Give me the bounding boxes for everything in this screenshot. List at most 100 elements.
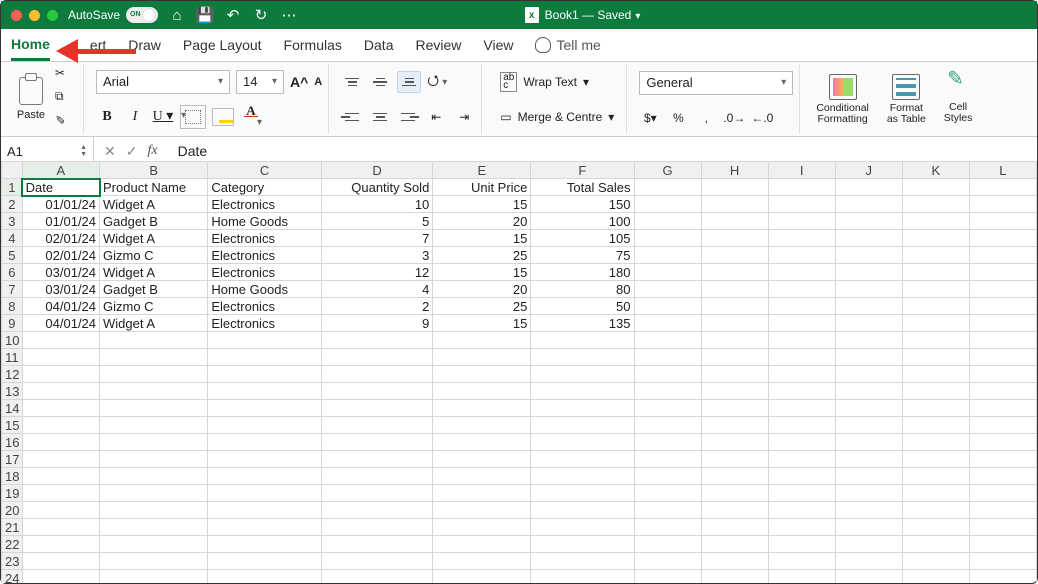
cell[interactable] <box>433 417 531 434</box>
cell[interactable] <box>969 553 1036 570</box>
cell[interactable] <box>835 247 902 264</box>
align-bottom-button[interactable] <box>397 71 421 93</box>
cell[interactable] <box>634 332 701 349</box>
cell[interactable] <box>22 485 99 502</box>
cell[interactable] <box>768 264 835 281</box>
cell[interactable] <box>768 383 835 400</box>
cell[interactable] <box>321 536 432 553</box>
cell[interactable] <box>902 383 969 400</box>
col-header-H[interactable]: H <box>701 162 768 179</box>
tab-draw[interactable]: Draw <box>128 37 161 53</box>
cell[interactable] <box>768 349 835 366</box>
col-header-J[interactable]: J <box>835 162 902 179</box>
cell[interactable] <box>321 570 432 584</box>
wrap-text-button[interactable]: abc Wrap Text ▾ <box>494 71 620 93</box>
italic-button[interactable]: I <box>124 106 146 128</box>
row-header[interactable]: 16 <box>2 434 23 451</box>
cell[interactable] <box>768 485 835 502</box>
cell[interactable] <box>835 332 902 349</box>
cell-selected[interactable]: Date <box>22 179 99 196</box>
cell[interactable] <box>634 366 701 383</box>
cell[interactable] <box>902 332 969 349</box>
row-header[interactable]: 9 <box>2 315 23 332</box>
cell[interactable] <box>969 536 1036 553</box>
cell[interactable] <box>768 179 835 196</box>
cell[interactable]: 10 <box>321 196 432 213</box>
align-top-button[interactable] <box>341 72 363 92</box>
cell[interactable] <box>531 570 634 584</box>
cell[interactable] <box>321 502 432 519</box>
cell[interactable]: Electronics <box>208 230 322 247</box>
cell[interactable] <box>634 553 701 570</box>
cell[interactable] <box>969 230 1036 247</box>
cell[interactable] <box>634 485 701 502</box>
cell[interactable]: Product Name <box>100 179 208 196</box>
col-header-L[interactable]: L <box>969 162 1036 179</box>
borders-button[interactable] <box>180 105 206 129</box>
cell[interactable] <box>634 213 701 230</box>
cell[interactable] <box>321 417 432 434</box>
align-middle-button[interactable] <box>369 72 391 92</box>
cell[interactable] <box>531 451 634 468</box>
cell[interactable] <box>634 349 701 366</box>
cell[interactable] <box>768 502 835 519</box>
cell[interactable] <box>22 332 99 349</box>
tab-data[interactable]: Data <box>364 37 394 53</box>
cell[interactable] <box>100 468 208 485</box>
cell[interactable] <box>902 196 969 213</box>
cell[interactable] <box>634 400 701 417</box>
cell[interactable] <box>835 502 902 519</box>
cell[interactable] <box>433 349 531 366</box>
row-header[interactable]: 1 <box>2 179 23 196</box>
cell[interactable] <box>634 570 701 584</box>
cell[interactable] <box>100 485 208 502</box>
cell[interactable] <box>100 519 208 536</box>
cell[interactable] <box>433 570 531 584</box>
cell[interactable] <box>433 536 531 553</box>
cell[interactable] <box>531 468 634 485</box>
font-size-select[interactable]: 14 <box>236 70 284 94</box>
row-header[interactable]: 6 <box>2 264 23 281</box>
cell[interactable] <box>634 536 701 553</box>
col-header-G[interactable]: G <box>634 162 701 179</box>
cell[interactable] <box>22 570 99 584</box>
cell[interactable]: 75 <box>531 247 634 264</box>
home-icon[interactable]: ⌂ <box>168 6 186 24</box>
cell[interactable] <box>701 400 768 417</box>
undo-icon[interactable]: ↶ <box>224 6 242 24</box>
cell[interactable] <box>634 315 701 332</box>
cell[interactable] <box>835 213 902 230</box>
cell[interactable]: Electronics <box>208 315 322 332</box>
cell[interactable]: 4 <box>321 281 432 298</box>
cell[interactable] <box>835 281 902 298</box>
cell[interactable] <box>701 349 768 366</box>
cell[interactable] <box>531 536 634 553</box>
cell[interactable] <box>969 281 1036 298</box>
cell[interactable] <box>768 417 835 434</box>
cell[interactable] <box>701 179 768 196</box>
align-center-button[interactable] <box>369 107 391 127</box>
cell[interactable] <box>768 553 835 570</box>
cell[interactable] <box>701 417 768 434</box>
cell[interactable] <box>321 349 432 366</box>
cell[interactable] <box>634 230 701 247</box>
cell[interactable]: 15 <box>433 196 531 213</box>
cell[interactable]: 01/01/24 <box>22 213 99 230</box>
cell[interactable] <box>969 434 1036 451</box>
cell[interactable] <box>208 383 322 400</box>
cell[interactable]: 150 <box>531 196 634 213</box>
font-name-select[interactable]: Arial <box>96 70 230 94</box>
more-icon[interactable]: ⋯ <box>280 6 298 24</box>
cell[interactable]: 20 <box>433 213 531 230</box>
cell[interactable] <box>433 332 531 349</box>
cell[interactable] <box>768 434 835 451</box>
cell[interactable] <box>208 536 322 553</box>
autosave-toggle[interactable]: AutoSave ON <box>68 7 158 23</box>
cell[interactable] <box>531 502 634 519</box>
cell[interactable] <box>835 434 902 451</box>
cell[interactable] <box>321 332 432 349</box>
cell[interactable]: 2 <box>321 298 432 315</box>
cell[interactable] <box>969 417 1036 434</box>
cell[interactable]: 02/01/24 <box>22 247 99 264</box>
col-header-D[interactable]: D <box>321 162 432 179</box>
